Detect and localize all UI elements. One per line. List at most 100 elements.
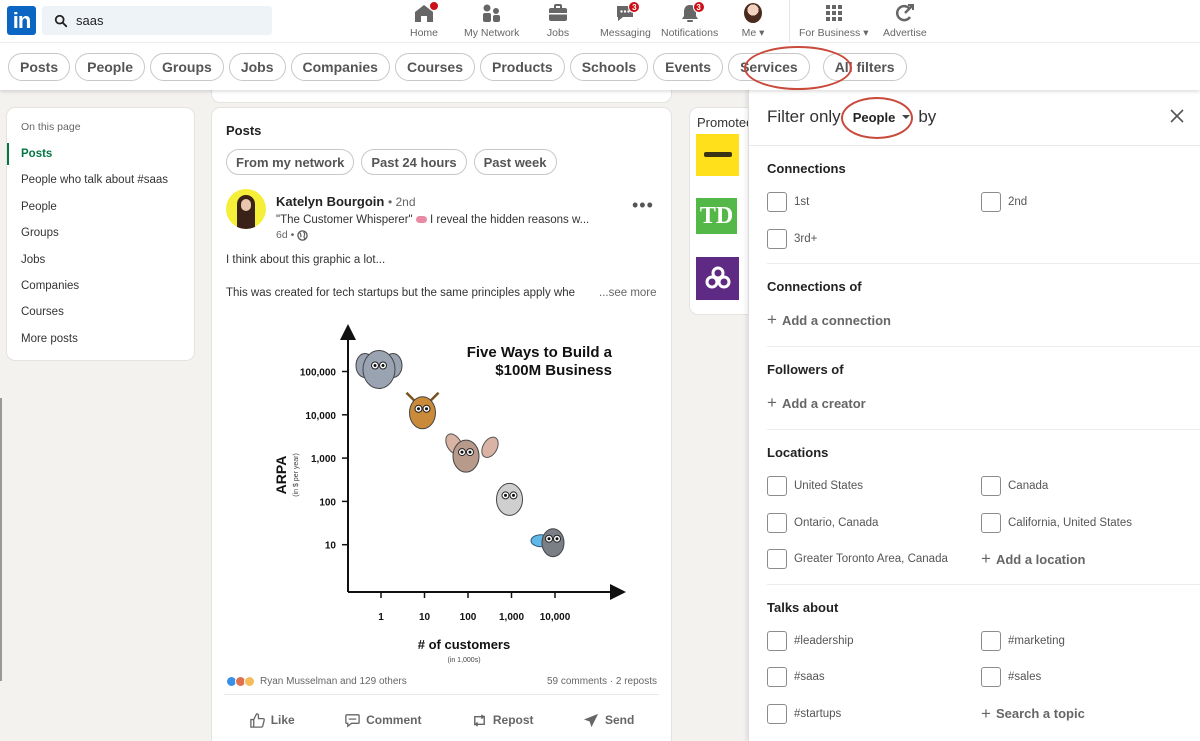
author-headline: "The Customer Whisperer" I reveal the hi… — [276, 214, 590, 226]
checkbox[interactable] — [767, 228, 787, 249]
filter-pill-people[interactable]: People — [75, 52, 146, 81]
checkbox-ontario-canada[interactable]: Ontario, Canada — [767, 505, 981, 542]
data-point-deer — [405, 391, 440, 430]
plus-icon: + — [767, 310, 777, 330]
post-image-chart[interactable]: Five Ways to Build a $100M Business 10 10… — [226, 320, 657, 665]
x-tick-label: 10 — [419, 612, 431, 623]
like-button[interactable]: Like — [249, 704, 295, 736]
filter-pill-companies[interactable]: Companies — [290, 52, 390, 81]
more-options-icon[interactable]: ••• — [632, 196, 654, 214]
filter-section-connections: Connections 1st 2nd 3rd+ — [767, 146, 1200, 264]
filter-pill-events[interactable]: Events — [653, 52, 724, 81]
filter-pill-services[interactable]: Services — [728, 52, 810, 81]
post-text: This was created for tech startups but t… — [226, 287, 576, 299]
reactions-summary[interactable]: Ryan Musselman and 129 others — [226, 676, 407, 687]
result-type-dropdown[interactable]: People — [853, 110, 911, 125]
checkbox-1st[interactable]: 1st — [767, 184, 981, 221]
filter-past-24-hours[interactable]: Past 24 hours — [361, 149, 467, 175]
purple-brand-logo[interactable] — [696, 257, 739, 300]
sidebar-item-people-who-talk[interactable]: People who talk about #saas — [7, 167, 194, 193]
insightful-reaction-icon — [244, 676, 255, 687]
filter-past-week[interactable]: Past week — [473, 149, 557, 175]
comments-reposts-count[interactable]: 59 comments · 2 reposts — [547, 676, 657, 687]
repost-button[interactable]: Repost — [471, 704, 534, 736]
checkbox-2nd[interactable]: 2nd — [981, 184, 1181, 221]
checkbox[interactable] — [767, 512, 787, 533]
filter-pill-groups[interactable]: Groups — [150, 52, 224, 81]
panel-title: Filter only People by — [767, 107, 937, 126]
sidebar-item-people[interactable]: People — [7, 194, 194, 220]
search-box[interactable] — [42, 6, 272, 35]
send-icon — [583, 713, 599, 727]
filter-pill-courses[interactable]: Courses — [394, 52, 475, 81]
checkbox-leadership[interactable]: #leadership — [767, 623, 981, 660]
plus-icon: + — [981, 549, 991, 569]
comment-button[interactable]: Comment — [344, 704, 421, 736]
nav-advertise[interactable]: Advertise — [883, 2, 927, 40]
checkbox[interactable] — [981, 512, 1001, 533]
post-text: I think about this graphic a lot... — [226, 254, 386, 266]
mailchimp-logo[interactable] — [696, 134, 739, 176]
checkbox[interactable] — [981, 192, 1001, 213]
filter-pill-jobs[interactable]: Jobs — [228, 52, 286, 81]
checkbox[interactable] — [981, 667, 1001, 688]
checkbox-united-states[interactable]: United States — [767, 468, 981, 505]
nav-for-business[interactable]: For Business ▾ — [799, 2, 868, 40]
avatar-icon — [744, 3, 762, 23]
checkbox-saas[interactable]: #saas — [767, 659, 981, 696]
search-topic-button[interactable]: + Search a topic — [981, 696, 1181, 733]
nav-messaging[interactable]: 3 Messaging — [600, 1, 651, 40]
see-more-link[interactable]: ...see more — [599, 287, 657, 299]
sidebar-item-courses[interactable]: Courses — [7, 299, 194, 325]
nav-home[interactable]: Home — [410, 1, 439, 40]
checkbox[interactable] — [981, 630, 1001, 651]
add-location-button[interactable]: + Add a location — [981, 541, 1181, 578]
plus-icon: + — [767, 393, 777, 413]
nav-jobs[interactable]: Jobs — [546, 2, 570, 40]
checkbox-3rd-plus[interactable]: 3rd+ — [767, 221, 981, 258]
checkbox[interactable] — [981, 476, 1001, 497]
checkbox[interactable] — [767, 192, 787, 213]
filter-from-my-network[interactable]: From my network — [226, 149, 355, 175]
search-input[interactable] — [76, 13, 266, 28]
section-title: Posts — [226, 123, 262, 138]
filter-pill-products[interactable]: Products — [480, 52, 565, 81]
nav-me[interactable]: Me ▾ — [741, 2, 765, 40]
section-heading: Connections of — [767, 279, 862, 294]
nav-label: Home — [410, 27, 439, 39]
x-tick-label: 100 — [460, 612, 477, 623]
section-heading: Locations — [767, 445, 829, 460]
checkbox-startups[interactable]: #startups — [767, 696, 981, 733]
checkbox-sales[interactable]: #sales — [981, 659, 1181, 696]
brain-emoji-icon — [415, 216, 427, 224]
all-filters-button[interactable]: All filters — [822, 52, 907, 81]
send-button[interactable]: Send — [583, 704, 634, 736]
checkbox[interactable] — [767, 630, 787, 651]
checkbox-california-us[interactable]: California, United States — [981, 505, 1181, 542]
post-meta: 6d • — [276, 229, 309, 241]
reactions-text: Ryan Musselman and 129 others — [260, 676, 407, 687]
nav-notifications[interactable]: 3 Notifications — [661, 1, 718, 40]
author-avatar[interactable] — [226, 189, 266, 229]
checkbox-canada[interactable]: Canada — [981, 468, 1181, 505]
linkedin-logo[interactable]: in — [7, 6, 36, 35]
nav-my-network[interactable]: My Network — [464, 2, 519, 40]
checkbox[interactable] — [767, 476, 787, 497]
add-connection-button[interactable]: + Add a connection — [767, 302, 1200, 339]
checkbox[interactable] — [767, 549, 787, 570]
sidebar-item-groups[interactable]: Groups — [7, 220, 194, 246]
add-creator-button[interactable]: + Add a creator — [767, 385, 1200, 422]
filter-pill-schools[interactable]: Schools — [569, 52, 649, 81]
checkbox-greater-toronto[interactable]: Greater Toronto Area, Canada — [767, 541, 981, 578]
checkbox[interactable] — [767, 703, 787, 724]
sidebar-item-posts[interactable]: Posts — [7, 141, 194, 167]
filter-pill-posts[interactable]: Posts — [8, 52, 71, 81]
sidebar-item-companies[interactable]: Companies — [7, 273, 194, 299]
close-icon[interactable] — [1168, 107, 1186, 125]
checkbox-marketing[interactable]: #marketing — [981, 623, 1181, 660]
checkbox[interactable] — [767, 667, 787, 688]
sidebar-item-jobs[interactable]: Jobs — [7, 247, 194, 273]
author-name[interactable]: Katelyn Bourgoin • 2nd — [276, 194, 416, 209]
td-bank-logo[interactable]: TD — [696, 198, 737, 234]
sidebar-item-more-posts[interactable]: More posts — [7, 326, 194, 352]
